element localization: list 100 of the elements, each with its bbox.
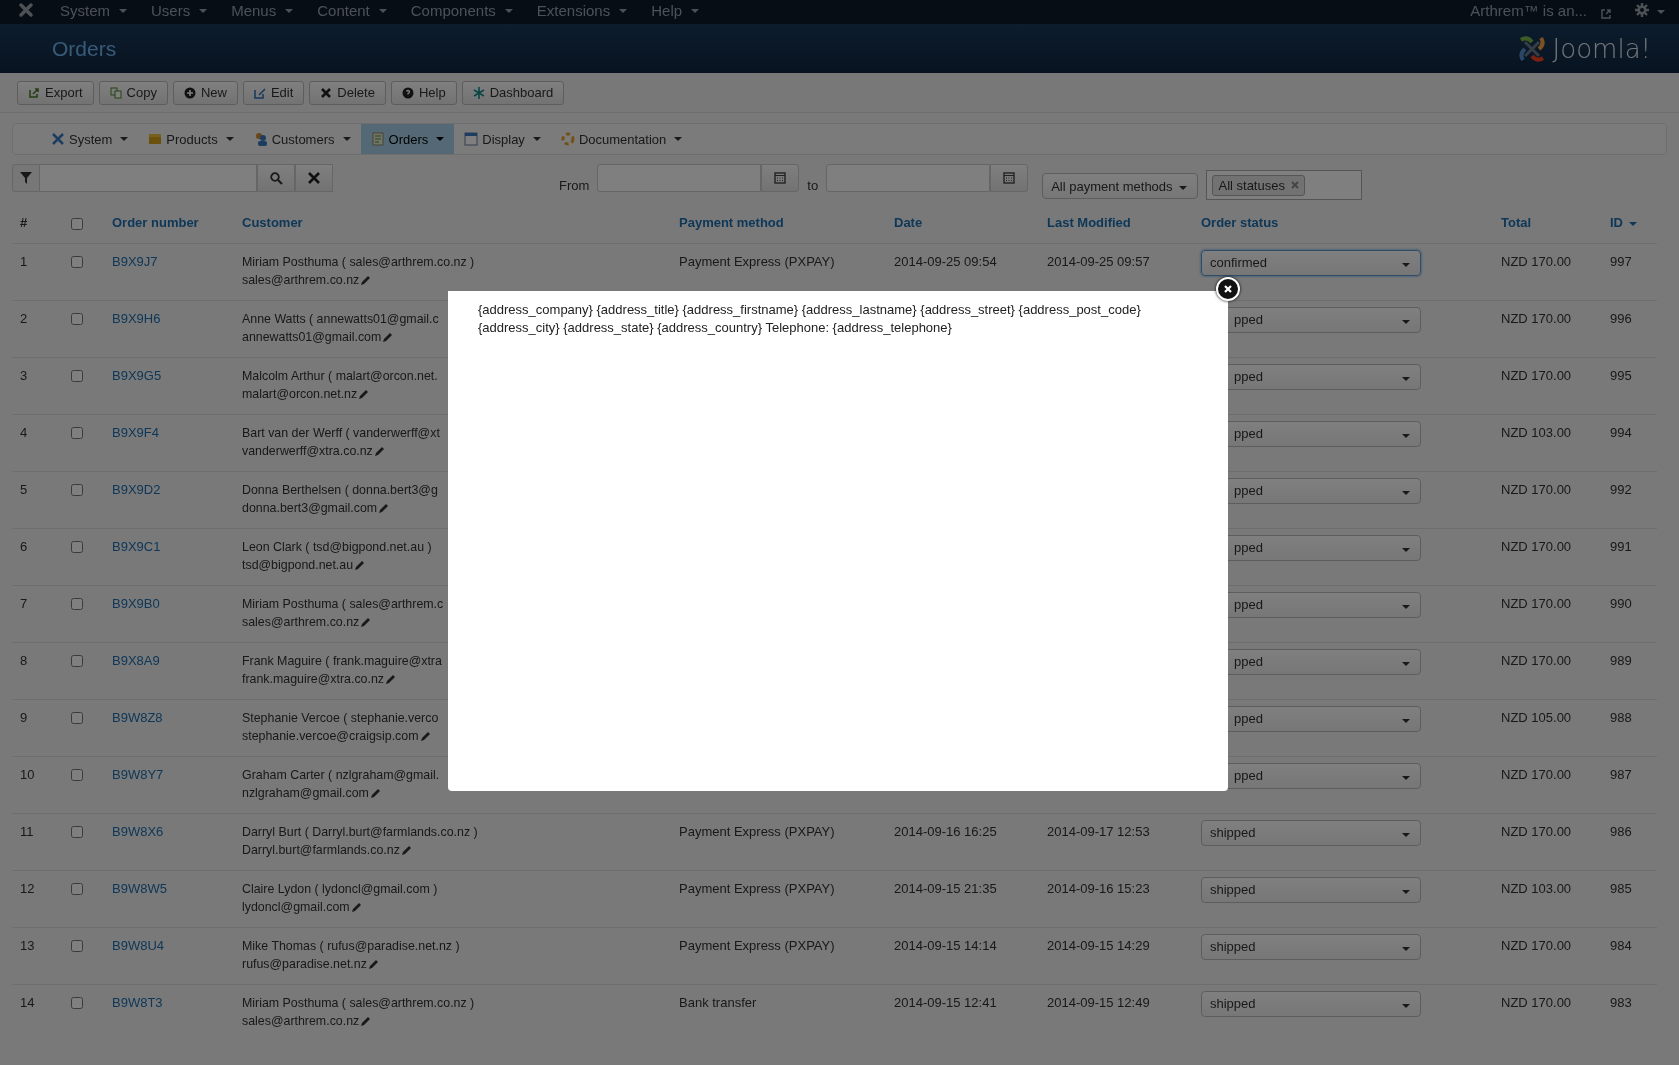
- menu-item[interactable]: Users: [141, 3, 218, 24]
- row-checkbox[interactable]: [71, 484, 83, 496]
- people-icon: [253, 132, 268, 146]
- order-link[interactable]: B9W8Z8: [112, 710, 163, 725]
- pencil-icon[interactable]: [369, 787, 381, 799]
- pencil-icon[interactable]: [378, 502, 390, 514]
- search-field[interactable]: [40, 164, 257, 192]
- menu-item[interactable]: System: [50, 3, 137, 24]
- select-all-checkbox[interactable]: [71, 217, 83, 230]
- status-select[interactable]: confirmed: [1201, 250, 1421, 276]
- status-select[interactable]: shipped: [1201, 991, 1421, 1017]
- from-date-field[interactable]: [597, 164, 762, 192]
- menu-item[interactable]: Components: [400, 3, 523, 24]
- menu-item[interactable]: Menus: [221, 3, 304, 24]
- row-checkbox[interactable]: [71, 256, 83, 268]
- clear-button[interactable]: [295, 164, 333, 192]
- row-checkbox[interactable]: [71, 997, 83, 1009]
- order-link[interactable]: B9X9J7: [112, 254, 158, 269]
- column-header[interactable]: Payment method: [679, 214, 784, 230]
- order-id: 995: [1610, 367, 1633, 385]
- row-number: 9: [20, 709, 29, 727]
- order-link[interactable]: B9X9G5: [112, 368, 162, 383]
- submenu-tab[interactable]: Orders: [360, 124, 455, 154]
- payment-method-select[interactable]: All payment methods: [1042, 173, 1199, 199]
- column-header[interactable]: Last Modified: [1047, 214, 1131, 230]
- pencil-icon[interactable]: [367, 958, 379, 970]
- pencil-icon[interactable]: [382, 331, 394, 343]
- column-header[interactable]: Total: [1501, 214, 1532, 230]
- order-link[interactable]: B9X9H6: [112, 311, 161, 326]
- pencil-icon[interactable]: [354, 559, 366, 571]
- row-checkbox[interactable]: [71, 712, 83, 724]
- pencil-icon[interactable]: [360, 274, 372, 286]
- pencil-icon[interactable]: [350, 901, 362, 913]
- pencil-icon[interactable]: [419, 730, 431, 742]
- order-link[interactable]: B9W8U4: [112, 938, 165, 953]
- menu-item[interactable]: Content: [307, 3, 397, 24]
- order-link[interactable]: B9X9C1: [112, 539, 161, 554]
- status-select[interactable]: shipped: [1201, 877, 1421, 903]
- toolbar-button[interactable]: Copy: [98, 80, 168, 105]
- customer-name: Frank Maguire ( frank.maguire@xtra: [242, 653, 442, 670]
- order-total: NZD 170.00: [1501, 481, 1573, 499]
- pencil-icon[interactable]: [385, 673, 397, 685]
- column-header[interactable]: ID: [1610, 214, 1623, 230]
- row-checkbox[interactable]: [71, 541, 83, 553]
- site-link[interactable]: Arthrem™ is an...: [1460, 3, 1597, 24]
- submenu-tab[interactable]: System: [41, 124, 139, 154]
- row-checkbox[interactable]: [71, 598, 83, 610]
- calendar-button[interactable]: [761, 164, 800, 192]
- pencil-icon[interactable]: [360, 1015, 372, 1027]
- row-checkbox[interactable]: [71, 940, 83, 952]
- column-header[interactable]: Order number: [112, 214, 199, 230]
- toolbar-button[interactable]: Delete: [309, 80, 386, 105]
- submenu-tab[interactable]: Documentation: [550, 124, 693, 154]
- status-select[interactable]: shipped: [1201, 820, 1421, 846]
- order-link[interactable]: B9X9F4: [112, 425, 159, 440]
- settings-icon[interactable]: [1635, 2, 1649, 17]
- pencil-icon[interactable]: [360, 616, 372, 628]
- pencil-icon[interactable]: [358, 388, 370, 400]
- column-header[interactable]: Order status: [1201, 214, 1279, 230]
- column-header[interactable]: Date: [894, 214, 923, 230]
- submenu-tab[interactable]: Products: [138, 124, 244, 154]
- close-button[interactable]: [1216, 277, 1240, 301]
- toolbar-button[interactable]: Dashboard: [461, 80, 565, 105]
- toolbar-button[interactable]: Edit: [242, 80, 305, 105]
- remove-icon[interactable]: [1290, 181, 1299, 189]
- customer-name: Stephanie Vercoe ( stephanie.verco: [242, 710, 439, 727]
- menu-item[interactable]: Help: [641, 3, 710, 24]
- order-link[interactable]: B9X8A9: [112, 653, 160, 668]
- payment-method: Payment Express (PXPAY): [679, 881, 835, 896]
- status-filter-field[interactable]: All statuses: [1206, 170, 1362, 200]
- row-checkbox[interactable]: [71, 427, 83, 439]
- search-button[interactable]: [257, 164, 295, 192]
- pencil-icon[interactable]: [400, 844, 412, 856]
- status-select[interactable]: shipped: [1201, 934, 1421, 960]
- order-link[interactable]: B9X9D2: [112, 482, 161, 497]
- submenu-tab[interactable]: Display: [454, 124, 551, 154]
- menu-item[interactable]: Extensions: [526, 3, 638, 24]
- order-link[interactable]: B9W8Y7: [112, 767, 164, 782]
- order-link[interactable]: B9W8X6: [112, 824, 164, 839]
- row-checkbox[interactable]: [71, 826, 83, 838]
- toolbar-button[interactable]: Export: [17, 80, 94, 105]
- column-header[interactable]: Customer: [242, 214, 303, 230]
- order-link[interactable]: B9W8T3: [112, 995, 163, 1010]
- to-date-field[interactable]: [826, 164, 991, 192]
- toolbar-button[interactable]: Help: [390, 80, 457, 105]
- toolbar-button[interactable]: New: [172, 80, 238, 105]
- order-total: NZD 170.00: [1501, 823, 1573, 841]
- order-link[interactable]: B9X9B0: [112, 596, 160, 611]
- order-total: NZD 103.00: [1501, 880, 1573, 898]
- row-checkbox[interactable]: [71, 313, 83, 325]
- row-checkbox[interactable]: [71, 370, 83, 382]
- submenu-tab[interactable]: Customers: [243, 124, 361, 154]
- pencil-icon[interactable]: [373, 445, 385, 457]
- customer-name: Graham Carter ( nzlgraham@gmail.: [242, 767, 440, 784]
- row-checkbox[interactable]: [71, 769, 83, 781]
- order-link[interactable]: B9W8W5: [112, 881, 167, 896]
- row-checkbox[interactable]: [71, 655, 83, 667]
- order-total: NZD 170.00: [1501, 766, 1573, 784]
- calendar-button[interactable]: [990, 164, 1029, 192]
- row-checkbox[interactable]: [71, 883, 83, 895]
